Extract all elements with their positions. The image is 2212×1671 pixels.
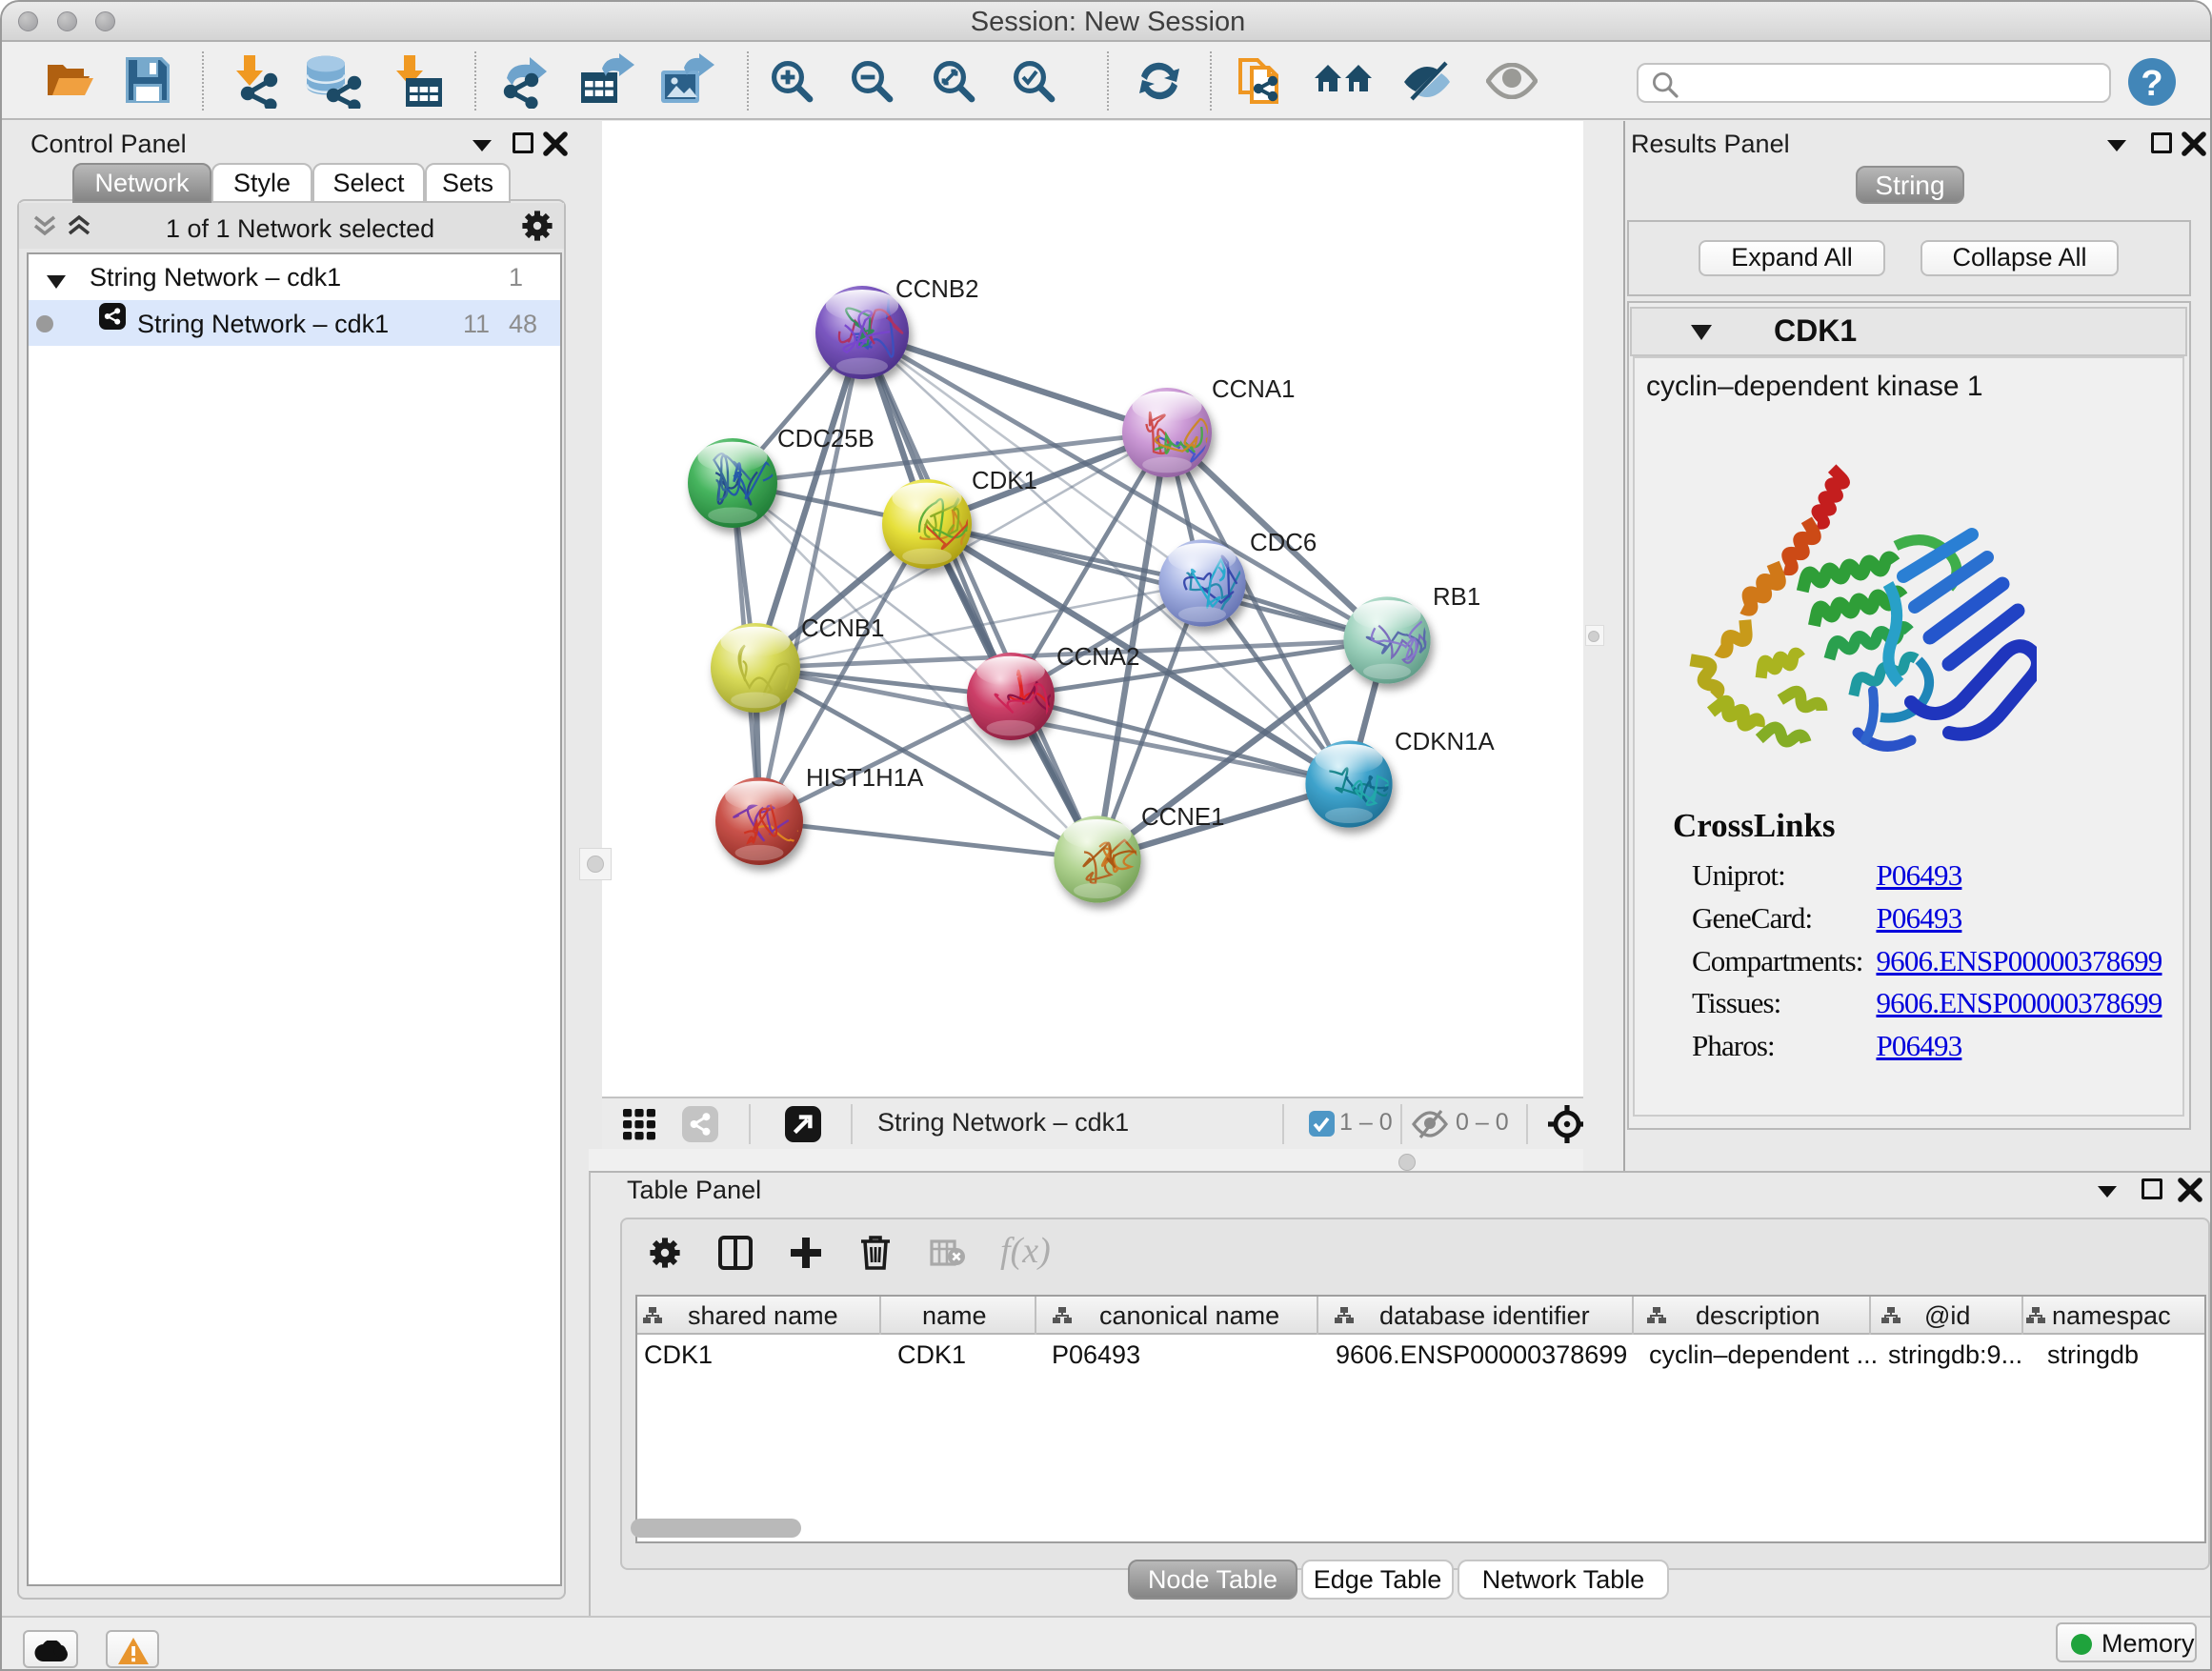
svg-text:CCNA2: CCNA2 — [1056, 644, 1139, 671]
svg-text:CCNA1: CCNA1 — [1212, 376, 1295, 403]
svg-text:CDK1: CDK1 — [972, 468, 1037, 494]
svg-text:?: ? — [2141, 64, 2162, 104]
svg-text:CCNB1: CCNB1 — [801, 615, 884, 642]
svg-text:CDC25B: CDC25B — [777, 426, 875, 453]
svg-text:CDKN1A: CDKN1A — [1395, 729, 1495, 755]
svg-text:CCNE1: CCNE1 — [1141, 804, 1224, 831]
svg-text:CCNB2: CCNB2 — [895, 276, 978, 303]
svg-text:HIST1H1A: HIST1H1A — [806, 765, 924, 792]
svg-text:CDC6: CDC6 — [1250, 530, 1317, 556]
svg-text:RB1: RB1 — [1433, 584, 1480, 611]
